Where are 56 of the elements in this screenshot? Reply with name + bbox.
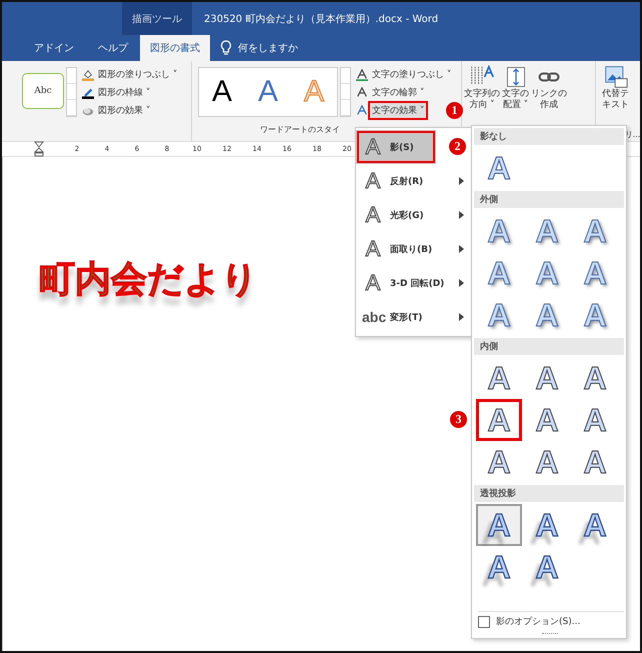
effect-icon: A <box>362 270 384 296</box>
checkbox[interactable] <box>478 616 490 628</box>
ribbon-command[interactable]: 文字の塗りつぶし ˅ <box>370 67 454 82</box>
menu-item[interactable]: A 反射(R) <box>356 164 472 198</box>
effect-icon: A <box>362 168 384 194</box>
ribbon-tab[interactable]: 図形の書式 <box>140 35 210 61</box>
wordart-style[interactable]: A <box>258 75 278 109</box>
menu-item[interactable]: A 光彩(G) <box>356 198 472 232</box>
effect-icon: A <box>362 202 384 228</box>
submenu-arrow-icon <box>459 279 464 287</box>
ribbon-command[interactable]: 図形の塗りつぶし ˅ <box>96 67 180 82</box>
text-fill-icon <box>356 68 368 80</box>
group-label: ワードアートのスタイ <box>260 124 341 135</box>
submenu-arrow-icon <box>459 313 464 321</box>
ribbon-command[interactable]: 図形の効果 ˅ <box>96 103 152 118</box>
effect-icon: abc <box>362 309 384 325</box>
text-outline-icon <box>356 86 368 98</box>
lightbulb-icon <box>220 40 232 56</box>
resize-grip[interactable] <box>542 633 558 636</box>
effect-icon: A <box>362 236 384 262</box>
menu-item[interactable]: A 面取り(B) <box>356 232 472 266</box>
ribbon-large-button[interactable]: 代替テ キスト <box>602 65 629 111</box>
gallery-scrollbar[interactable] <box>66 67 77 117</box>
section-header: 影なし <box>474 128 624 145</box>
ribbon-large-button[interactable]: 文字の 配置 ˅ <box>502 65 529 111</box>
wordart-title[interactable]: 町内会だより <box>39 255 258 304</box>
ribbon-large-button[interactable]: 文字列の 方向 ˅ <box>464 65 500 111</box>
pencil-icon <box>82 86 94 98</box>
menu-item[interactable]: A 3-D 回転(D) <box>356 266 472 300</box>
ribbon-large-button[interactable]: リンクの 作成 <box>531 65 567 111</box>
step-number-badge: 1 <box>446 102 463 119</box>
tell-me-field[interactable]: 何をしますか <box>238 42 328 54</box>
section-header: 透視投影 <box>474 485 624 502</box>
gallery-scrollbar[interactable] <box>340 67 351 117</box>
ribbon-tab[interactable]: アドイン <box>22 35 86 61</box>
menu-item[interactable]: 影のオプション(S)... <box>496 615 580 628</box>
ribbon-command[interactable]: 図形の枠線 ˅ <box>96 85 152 100</box>
shape-style-preview[interactable]: Abc <box>22 73 64 109</box>
submenu-arrow-icon <box>459 177 464 185</box>
window-title: 230520 町内会だより（見本作業用）.docx - Word <box>203 12 438 26</box>
menu-item[interactable]: abc 変形(T) <box>356 300 472 334</box>
ribbon-command[interactable]: 文字の輪郭 ˅ <box>370 85 426 100</box>
submenu-arrow-icon <box>459 245 464 253</box>
section-header: 外側 <box>474 191 624 208</box>
alt-text-icon <box>602 65 628 89</box>
paint-bucket-icon <box>82 68 94 80</box>
ribbon-command[interactable]: 文字の効果 ˅ <box>370 103 426 118</box>
step-number-badge: 2 <box>449 138 466 155</box>
effect-icon: A <box>362 134 384 160</box>
ribbon-tab[interactable]: ヘルプ <box>86 35 140 61</box>
contextual-tab-label: 描画ツール <box>122 2 192 35</box>
section-header: 内側 <box>474 338 624 355</box>
submenu-arrow-icon <box>459 211 464 219</box>
wordart-style-gallery[interactable]: A A A <box>198 67 338 117</box>
wordart-style[interactable]: A <box>212 75 232 109</box>
text-effect-icon <box>356 104 368 116</box>
